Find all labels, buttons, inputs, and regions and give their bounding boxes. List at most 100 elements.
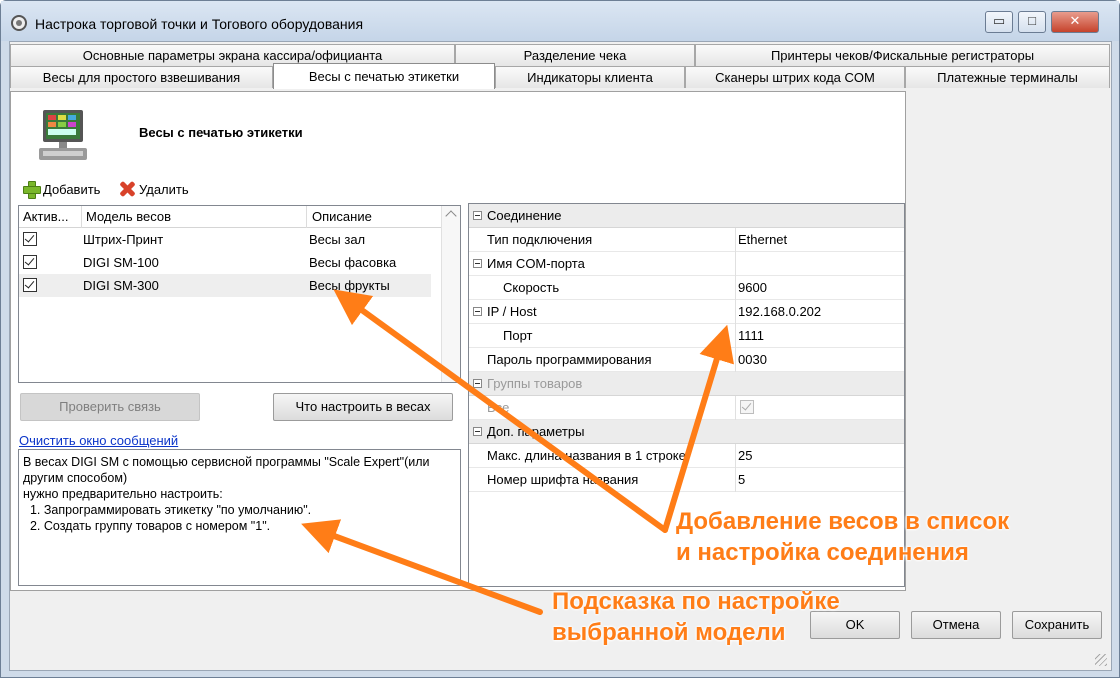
collapse-icon[interactable] bbox=[473, 259, 482, 268]
collapse-icon[interactable] bbox=[473, 379, 482, 388]
table-row[interactable]: Штрих-Принт Весы зал bbox=[19, 228, 431, 251]
messages-box[interactable]: В весах DIGI SM с помощью сервисной прог… bbox=[18, 449, 461, 586]
clear-messages-link[interactable]: Очистить окно сообщений bbox=[19, 433, 178, 448]
prop-separator bbox=[735, 468, 736, 492]
row-model: Штрих-Принт bbox=[83, 232, 164, 247]
prop-max-name-length[interactable]: Макс. длина названия в 1 строке 25 bbox=[469, 444, 904, 468]
collapse-icon[interactable] bbox=[473, 211, 482, 220]
scales-grid[interactable]: Актив... Модель весов Описание Штрих-При… bbox=[18, 205, 461, 383]
prop-speed[interactable]: Скорость 9600 bbox=[469, 276, 904, 300]
close-button[interactable]: ✕ bbox=[1051, 11, 1099, 33]
main-window: Настрока торговой точки и Тогового обору… bbox=[0, 0, 1120, 678]
prop-category-extra[interactable]: Доп. параметры bbox=[469, 420, 904, 444]
callout-add-scales-1: Добавление весов в список bbox=[676, 508, 1010, 535]
prop-value[interactable]: 9600 bbox=[738, 280, 767, 295]
prop-category-label: Группы товаров bbox=[487, 376, 583, 391]
row-model: DIGI SM-100 bbox=[83, 255, 159, 270]
panel-title: Весы с печатью этикетки bbox=[139, 125, 303, 140]
prop-name: Тип подключения bbox=[487, 232, 593, 247]
save-button[interactable]: Сохранить bbox=[1012, 611, 1102, 639]
collapse-icon[interactable] bbox=[473, 427, 482, 436]
tab-customer-displays[interactable]: Индикаторы клиента bbox=[495, 66, 685, 88]
scale-printer-icon bbox=[39, 110, 87, 160]
prop-separator bbox=[735, 324, 736, 348]
tab-barcode-scanners[interactable]: Сканеры штрих кода COM bbox=[685, 66, 905, 88]
title-bar: Настрока торговой точки и Тогового обору… bbox=[1, 1, 1119, 41]
scales-toolbar: Добавить Удалить bbox=[19, 179, 899, 199]
prop-separator bbox=[735, 276, 736, 300]
check-connection-button[interactable]: Проверить связь bbox=[20, 393, 200, 421]
prop-name: Порт bbox=[503, 328, 533, 343]
prop-name: Скорость bbox=[503, 280, 560, 295]
prop-separator bbox=[735, 348, 736, 372]
callout-hint-1: Подсказка по настройке bbox=[552, 588, 840, 615]
table-row-selected[interactable]: DIGI SM-300 Весы фрукты bbox=[19, 274, 431, 297]
prop-port[interactable]: Порт 1111 bbox=[469, 324, 904, 348]
col-description-header[interactable]: Описание bbox=[312, 209, 372, 224]
collapse-icon[interactable] bbox=[473, 307, 482, 316]
cancel-button[interactable]: Отмена bbox=[911, 611, 1001, 639]
prop-separator bbox=[735, 252, 736, 276]
callout-hint-2: выбранной модели bbox=[552, 619, 786, 646]
prop-category-groups[interactable]: Группы товаров bbox=[469, 372, 904, 396]
prop-connection-type[interactable]: Тип подключения Ethernet bbox=[469, 228, 904, 252]
scroll-up-icon[interactable] bbox=[445, 210, 457, 222]
prop-value[interactable]: 0030 bbox=[738, 352, 767, 367]
row-description: Весы зал bbox=[309, 232, 366, 247]
window-title: Настрока торговой точки и Тогового обору… bbox=[35, 16, 364, 32]
tab-simple-scales[interactable]: Весы для простого взвешивания bbox=[10, 66, 273, 88]
what-to-configure-button[interactable]: Что настроить в весах bbox=[273, 393, 453, 421]
prop-name: Пароль программирования bbox=[487, 352, 652, 367]
tab-payment-terminals[interactable]: Платежные терминалы bbox=[905, 66, 1110, 88]
tab-receipt-printers[interactable]: Принтеры чеков/Фискальные регистраторы bbox=[695, 44, 1110, 66]
add-button-label: Добавить bbox=[43, 181, 101, 197]
prop-font-number[interactable]: Номер шрифта названия 5 bbox=[469, 468, 904, 492]
prop-all-checkbox[interactable] bbox=[740, 400, 754, 414]
prop-name: Макс. длина названия в 1 строке bbox=[487, 448, 686, 463]
prop-password[interactable]: Пароль программирования 0030 bbox=[469, 348, 904, 372]
prop-value[interactable]: 192.168.0.202 bbox=[738, 304, 821, 319]
prop-value[interactable]: Ethernet bbox=[738, 232, 787, 247]
prop-name: Имя COM-порта bbox=[487, 256, 585, 271]
prop-category-label: Соединение bbox=[487, 208, 562, 223]
prop-name: Все bbox=[487, 400, 510, 415]
table-row[interactable]: DIGI SM-100 Весы фасовка bbox=[19, 251, 431, 274]
maximize-button[interactable]: □ bbox=[1018, 11, 1046, 33]
col-active-header[interactable]: Актив... bbox=[23, 209, 79, 224]
row-active-checkbox[interactable] bbox=[23, 232, 37, 246]
prop-value[interactable]: 1111 bbox=[738, 328, 764, 343]
delete-x-icon bbox=[119, 181, 135, 197]
prop-com-port[interactable]: Имя COM-порта bbox=[469, 252, 904, 276]
prop-separator bbox=[735, 300, 736, 324]
prop-name: Номер шрифта названия bbox=[487, 472, 639, 487]
prop-value[interactable]: 5 bbox=[738, 472, 745, 487]
tab-row-top: Основные параметры экрана кассира/официа… bbox=[10, 44, 1111, 66]
minimize-button[interactable]: ▭ bbox=[985, 11, 1013, 33]
tab-label-scales[interactable]: Весы с печатью этикетки bbox=[273, 63, 495, 89]
prop-separator bbox=[735, 228, 736, 252]
add-button[interactable]: Добавить bbox=[23, 181, 101, 199]
gear-icon bbox=[11, 15, 27, 31]
prop-value[interactable]: 25 bbox=[738, 448, 752, 463]
prop-separator bbox=[735, 396, 736, 420]
col-separator bbox=[81, 206, 82, 228]
col-model-header[interactable]: Модель весов bbox=[86, 209, 171, 224]
prop-name: IP / Host bbox=[487, 304, 537, 319]
plus-icon bbox=[23, 181, 41, 199]
row-active-checkbox[interactable] bbox=[23, 278, 37, 292]
prop-separator bbox=[735, 444, 736, 468]
delete-button[interactable]: Удалить bbox=[119, 181, 189, 197]
tab-row-bottom: Весы для простого взвешивания Весы с печ… bbox=[10, 63, 1111, 89]
grid-header: Актив... Модель весов Описание bbox=[19, 206, 460, 228]
prop-ip-host[interactable]: IP / Host 192.168.0.202 bbox=[469, 300, 904, 324]
delete-button-label: Удалить bbox=[139, 181, 189, 197]
prop-all-groups[interactable]: Все bbox=[469, 396, 904, 420]
prop-category-connection[interactable]: Соединение bbox=[469, 204, 904, 228]
row-description: Весы фрукты bbox=[309, 278, 390, 293]
resize-grip-icon[interactable] bbox=[1095, 654, 1107, 666]
dialog-client-area: Основные параметры экрана кассира/официа… bbox=[9, 41, 1112, 671]
grid-scrollbar[interactable] bbox=[441, 206, 460, 382]
callout-add-scales-2: и настройка соединения bbox=[676, 539, 969, 566]
row-active-checkbox[interactable] bbox=[23, 255, 37, 269]
col-separator bbox=[306, 206, 307, 228]
